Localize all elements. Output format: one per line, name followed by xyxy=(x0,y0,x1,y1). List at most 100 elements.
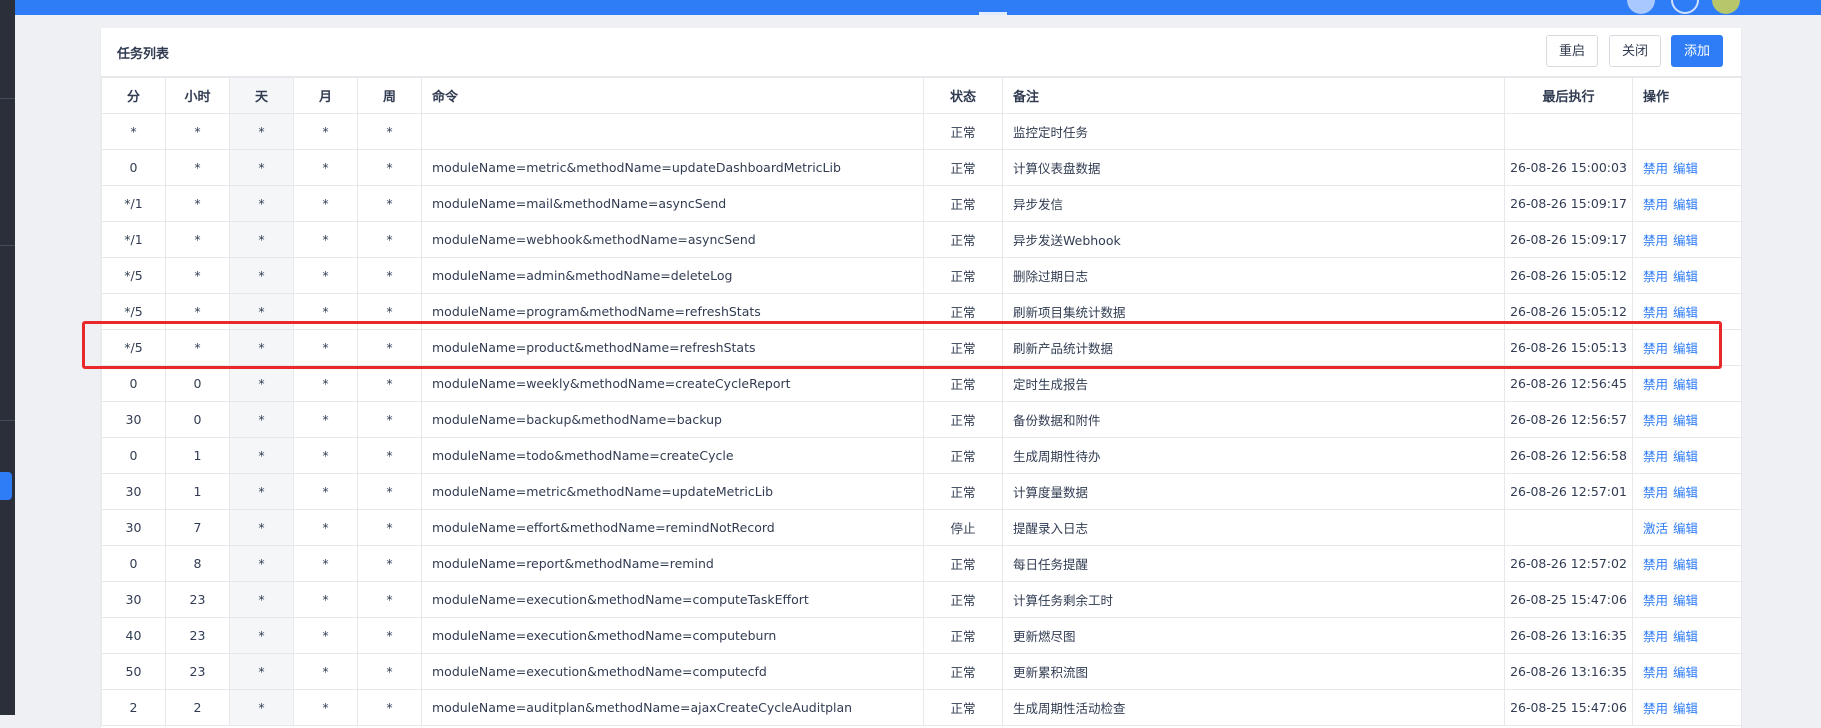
disable-link[interactable]: 禁用 xyxy=(1643,701,1668,716)
restart-button[interactable]: 重启 xyxy=(1546,35,1598,67)
edit-link[interactable]: 编辑 xyxy=(1673,305,1698,320)
edit-link[interactable]: 编辑 xyxy=(1673,341,1698,356)
user-avatar[interactable] xyxy=(1712,0,1740,14)
cell-remark: 更新累积流图 xyxy=(1002,653,1505,690)
cell-last-run: 26-08-26 12:57:01 xyxy=(1504,473,1633,510)
disable-link[interactable]: 禁用 xyxy=(1643,413,1668,428)
cell-week: * xyxy=(357,365,422,402)
cell-week: * xyxy=(357,185,422,222)
disable-link[interactable]: 禁用 xyxy=(1643,161,1668,176)
activate-link[interactable]: 激活 xyxy=(1643,521,1668,536)
cell-status: 正常 xyxy=(923,581,1003,618)
disable-link[interactable]: 禁用 xyxy=(1643,629,1668,644)
cell-month: * xyxy=(293,185,358,222)
edit-link[interactable]: 编辑 xyxy=(1673,197,1698,212)
cell-hour: 23 xyxy=(165,617,230,654)
col-last-run: 最后执行 xyxy=(1504,77,1633,114)
cell-day: * xyxy=(229,509,294,546)
cell-remark: 异步发信 xyxy=(1002,185,1505,222)
disable-link[interactable]: 禁用 xyxy=(1643,197,1668,212)
cell-status: 正常 xyxy=(923,401,1003,438)
cell-status: 正常 xyxy=(923,473,1003,510)
table-row: * * * * * 正常 监控定时任务 xyxy=(101,113,1742,150)
disable-link[interactable]: 禁用 xyxy=(1643,305,1668,320)
cell-status: 正常 xyxy=(923,113,1003,150)
disable-link[interactable]: 禁用 xyxy=(1643,665,1668,680)
cell-week: * xyxy=(357,581,422,618)
table-row: */1 * * * * moduleName=mail&methodName=asyncS… xyxy=(101,185,1742,222)
edit-link[interactable]: 编辑 xyxy=(1673,521,1698,536)
cell-month: * xyxy=(293,329,358,366)
cell-command: moduleName=admin&methodName=deleteLog xyxy=(421,257,924,294)
sidebar-active-item[interactable] xyxy=(0,472,12,500)
cell-hour: 23 xyxy=(165,653,230,690)
cell-week: * xyxy=(357,689,422,726)
edit-link[interactable]: 编辑 xyxy=(1673,701,1698,716)
edit-link[interactable]: 编辑 xyxy=(1673,377,1698,392)
edit-link[interactable]: 编辑 xyxy=(1673,593,1698,608)
cell-month: * xyxy=(293,365,358,402)
table-row: */5 * * * * moduleName=admin&methodName=delet… xyxy=(101,257,1742,294)
disable-link[interactable]: 禁用 xyxy=(1643,485,1668,500)
cell-command: moduleName=weekly&methodName=createCycle… xyxy=(421,365,924,402)
edit-link[interactable]: 编辑 xyxy=(1673,449,1698,464)
edit-link[interactable]: 编辑 xyxy=(1673,557,1698,572)
cell-hour: 7 xyxy=(165,509,230,546)
sidebar-divider xyxy=(0,420,15,421)
cell-status: 正常 xyxy=(923,257,1003,294)
disable-link[interactable]: 禁用 xyxy=(1643,269,1668,284)
cell-actions: 禁用 编辑 xyxy=(1632,221,1742,258)
cell-command: moduleName=execution&methodName=computeT… xyxy=(421,581,924,618)
cell-minute: */1 xyxy=(101,221,166,258)
cell-last-run: 26-08-26 15:05:13 xyxy=(1504,329,1633,366)
cell-remark: 计算任务剩余工时 xyxy=(1002,581,1505,618)
cell-remark: 备份数据和附件 xyxy=(1002,401,1505,438)
col-month: 月 xyxy=(293,77,358,114)
cell-month: * xyxy=(293,221,358,258)
edit-link[interactable]: 编辑 xyxy=(1673,161,1698,176)
notification-icon[interactable] xyxy=(1671,0,1699,14)
cell-last-run: 26-08-25 15:47:06 xyxy=(1504,581,1633,618)
edit-link[interactable]: 编辑 xyxy=(1673,665,1698,680)
edit-link[interactable]: 编辑 xyxy=(1673,233,1698,248)
cell-actions: 禁用 编辑 xyxy=(1632,617,1742,654)
cell-day: * xyxy=(229,401,294,438)
disable-link[interactable]: 禁用 xyxy=(1643,377,1668,392)
cell-hour: * xyxy=(165,113,230,150)
edit-link[interactable]: 编辑 xyxy=(1673,629,1698,644)
add-button[interactable]: 添加 xyxy=(1671,35,1723,67)
help-icon[interactable] xyxy=(1627,0,1655,14)
cell-minute: */1 xyxy=(101,185,166,222)
edit-link[interactable]: 编辑 xyxy=(1673,413,1698,428)
cell-last-run: 26-08-26 15:05:12 xyxy=(1504,257,1633,294)
cell-actions: 禁用 编辑 xyxy=(1632,293,1742,330)
col-actions: 操作 xyxy=(1632,77,1742,114)
col-day: 天 xyxy=(229,77,294,114)
cell-remark: 监控定时任务 xyxy=(1002,113,1505,150)
disable-link[interactable]: 禁用 xyxy=(1643,341,1668,356)
cell-actions xyxy=(1632,113,1742,150)
cell-command: moduleName=execution&methodName=computec… xyxy=(421,653,924,690)
cell-week: * xyxy=(357,149,422,186)
disable-link[interactable]: 禁用 xyxy=(1643,449,1668,464)
cell-status: 正常 xyxy=(923,149,1003,186)
disable-link[interactable]: 禁用 xyxy=(1643,233,1668,248)
cell-hour: 0 xyxy=(165,365,230,402)
cell-command: moduleName=program&methodName=refreshSta… xyxy=(421,293,924,330)
edit-link[interactable]: 编辑 xyxy=(1673,485,1698,500)
close-button[interactable]: 关闭 xyxy=(1609,35,1661,67)
col-remark: 备注 xyxy=(1002,77,1505,114)
cell-command: moduleName=webhook&methodName=asyncSend xyxy=(421,221,924,258)
cell-last-run: 26-08-26 13:16:35 xyxy=(1504,653,1633,690)
cell-hour: 8 xyxy=(165,545,230,582)
cell-actions: 禁用 编辑 xyxy=(1632,653,1742,690)
cell-actions: 禁用 编辑 xyxy=(1632,437,1742,474)
disable-link[interactable]: 禁用 xyxy=(1643,557,1668,572)
cell-day: * xyxy=(229,149,294,186)
cell-hour: * xyxy=(165,221,230,258)
panel-title: 任务列表 xyxy=(117,47,170,62)
cell-month: * xyxy=(293,257,358,294)
cell-minute: 2 xyxy=(101,689,166,726)
disable-link[interactable]: 禁用 xyxy=(1643,593,1668,608)
edit-link[interactable]: 编辑 xyxy=(1673,269,1698,284)
